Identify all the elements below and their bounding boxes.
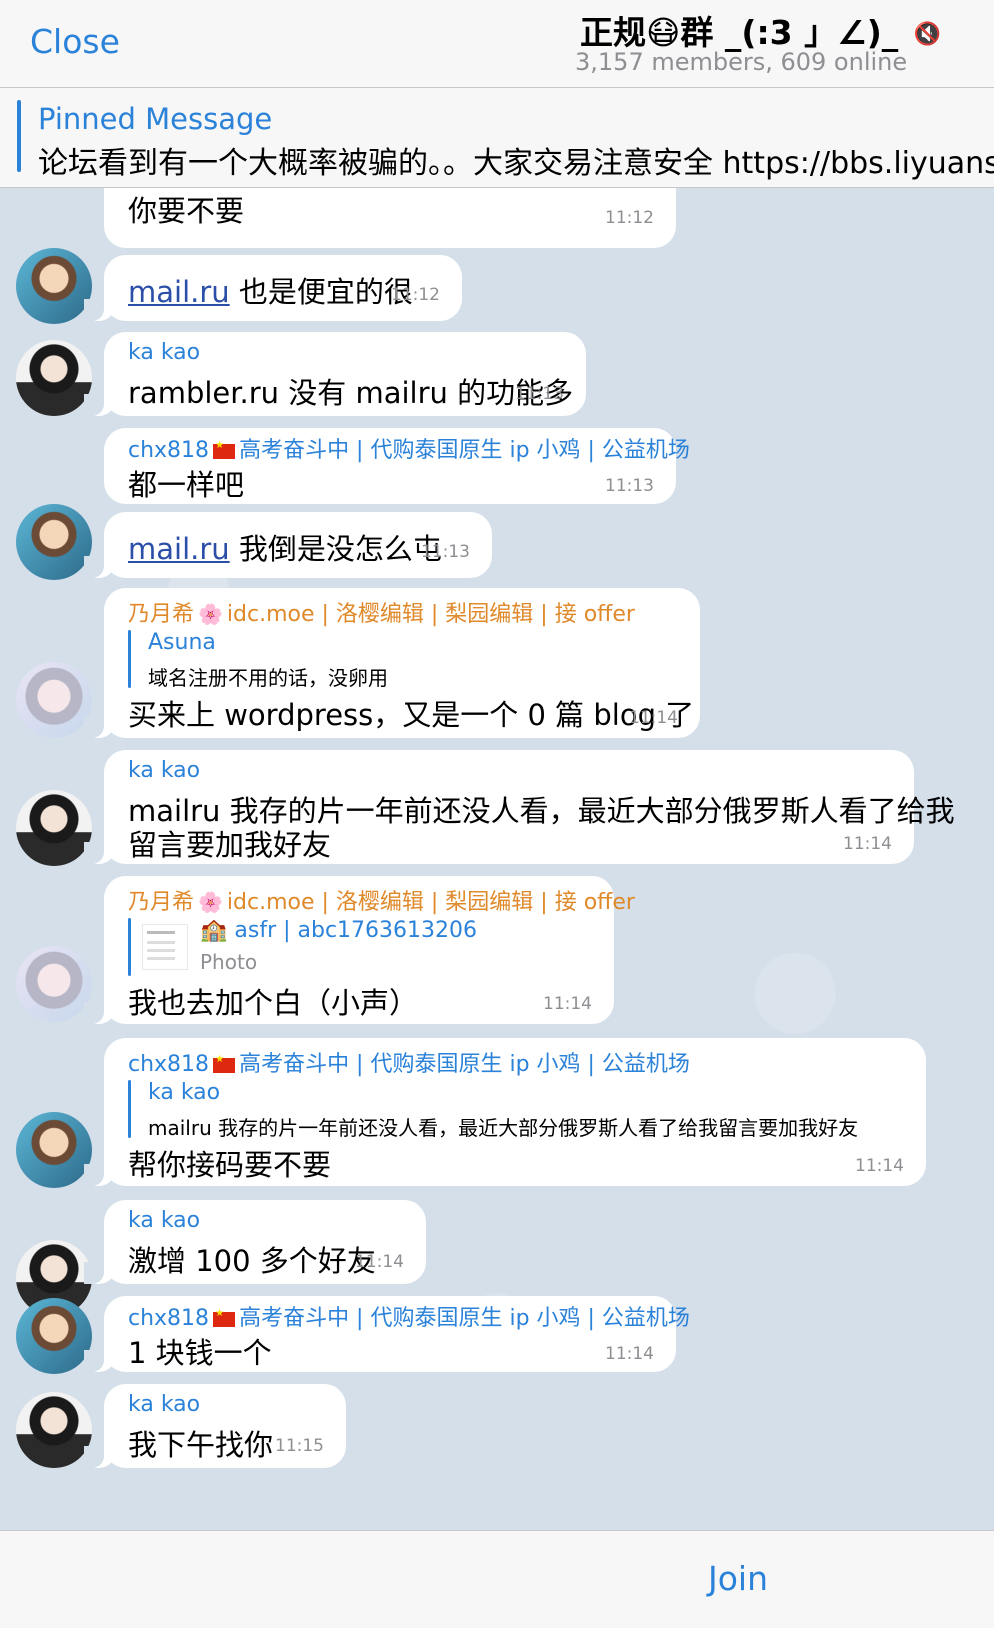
sender-name[interactable]: chx818 高考奋斗中 | 代购泰国原生 ip 小鸡 | 公益机场 <box>128 1046 690 1078</box>
link[interactable]: mail.ru <box>128 275 230 309</box>
photo-thumbnail <box>142 924 188 970</box>
message-bubble[interactable]: 乃月希 🌸 idc.moe | 洛樱编辑 | 梨园编辑 | 接 offer Asun… <box>84 588 700 738</box>
message-time: 11:13 <box>421 542 470 562</box>
sender-name[interactable]: ka kao <box>128 1392 200 1417</box>
avatar[interactable] <box>16 340 92 416</box>
reply-accent-bar <box>128 918 131 976</box>
message-bubble[interactable]: mail.ru 也是便宜的很 11:12 <box>84 255 462 321</box>
message-time: 11:14 <box>855 1156 904 1176</box>
china-flag-icon <box>213 440 236 459</box>
message-bubble[interactable]: ka kao rambler.ru 没有 mailru 的功能多 11:13 <box>84 332 586 416</box>
message-time: 11:14 <box>355 1252 404 1272</box>
avatar[interactable] <box>16 1112 92 1188</box>
muted-speaker-icon: 🔇 <box>913 22 942 47</box>
link[interactable]: mail.ru <box>128 532 230 566</box>
avatar[interactable] <box>16 662 92 738</box>
reply-text: 域名注册不用的话，没卵用 <box>148 666 388 690</box>
message-bubble[interactable]: 乃月希 🌸 idc.moe | 洛樱编辑 | 梨园编辑 | 接 offer 🏫 as… <box>84 876 635 1024</box>
message-bubble[interactable]: chx818 高考奋斗中 | 代购泰国原生 ip 小鸡 | 公益机场 都一样吧 1… <box>104 428 690 504</box>
avatar[interactable] <box>16 504 92 580</box>
message-text-body: 也是便宜的很 <box>229 275 413 309</box>
reply-sender: ka kao <box>148 1080 221 1105</box>
chat-title[interactable]: 正规😷群 _(:3 」∠)_ 🔇 <box>580 6 941 54</box>
sender-handle: chx818 <box>128 1306 210 1331</box>
message-text: 买来上 wordpress，又是一个 0 篇 blog 了 <box>128 698 695 732</box>
message-text: mail.ru 我倒是没怎么屯 <box>128 526 442 568</box>
chat-title-text: 正规😷群 _(:3 」∠)_ <box>580 13 899 52</box>
message-text: 激增 100 多个好友 <box>128 1244 376 1278</box>
join-button[interactable]: Join <box>708 1559 768 1598</box>
message-time: 11:13 <box>605 476 654 496</box>
reply-accent-bar <box>128 630 131 688</box>
message-bubble[interactable]: chx818 高考奋斗中 | 代购泰国原生 ip 小鸡 | 公益机场 1 块钱一个… <box>84 1296 690 1372</box>
message-bubble[interactable]: chx818 高考奋斗中 | 代购泰国原生 ip 小鸡 | 公益机场 ka kao… <box>84 1038 926 1186</box>
sender-handle: chx818 <box>128 438 210 463</box>
cherry-blossom-icon: 🌸 <box>198 890 223 914</box>
pinned-title: Pinned Message <box>38 102 273 136</box>
sender-name[interactable]: ka kao <box>128 1208 200 1233</box>
message-time: 11:12 <box>605 208 654 228</box>
message-text: 我也去加个白（小声） <box>128 986 419 1020</box>
message-text: 帮你接码要不要 <box>128 1148 332 1182</box>
sender-handle: 乃月希 <box>128 602 195 627</box>
sender-name[interactable]: ka kao <box>128 340 200 365</box>
sender-title: 高考奋斗中 | 代购泰国原生 ip 小鸡 | 公益机场 <box>239 438 690 463</box>
reply-preview[interactable]: Asuna 域名注册不用的话，没卵用 <box>128 630 668 690</box>
reply-accent-bar <box>128 1080 131 1138</box>
message-time: 11:14 <box>543 994 592 1014</box>
message-text-body: 我倒是没怎么屯 <box>229 532 442 566</box>
pinned-text: 论坛看到有一个大概率被骗的。。大家交易注意安全 https://bbs.liyu… <box>38 146 994 181</box>
message-time: 11:14 <box>605 1344 654 1364</box>
message-time: 11:14 <box>843 834 892 854</box>
sender-name[interactable]: chx818 高考奋斗中 | 代购泰国原生 ip 小鸡 | 公益机场 <box>128 1300 690 1332</box>
message-time: 11:14 <box>629 708 678 728</box>
message-text: 留言要加我好友 <box>128 828 332 862</box>
message-bubble[interactable]: ka kao 我下午找你 11:15 <box>84 1384 346 1468</box>
reply-preview[interactable]: 🏫 asfr | abc1763613206 Photo <box>128 918 588 978</box>
sender-handle: chx818 <box>128 1052 210 1077</box>
message-bubble[interactable]: mail.ru 我倒是没怎么屯 11:13 <box>84 512 492 578</box>
sender-title: idc.moe | 洛樱编辑 | 梨园编辑 | 接 offer <box>226 602 635 627</box>
message-text: 都一样吧 <box>128 468 245 502</box>
message-time: 11:15 <box>275 1436 324 1456</box>
pinned-message[interactable]: Pinned Message 论坛看到有一个大概率被骗的。。大家交易注意安全 h… <box>0 88 994 188</box>
avatar[interactable] <box>16 790 92 866</box>
sender-name[interactable]: ka kao <box>128 758 200 783</box>
message-bubble[interactable]: ka kao 激增 100 多个好友 11:14 <box>84 1200 426 1284</box>
cherry-blossom-icon: 🌸 <box>198 602 223 626</box>
reply-sender: 🏫 asfr | abc1763613206 <box>200 918 478 943</box>
message-bubble[interactable]: chx818高考奋斗中 | 代购泰国原生 ip 小鸡 | 公益机场 你要不要 1… <box>104 188 676 248</box>
message-text: 我下午找你 <box>128 1428 274 1462</box>
sender-name[interactable]: chx818 高考奋斗中 | 代购泰国原生 ip 小鸡 | 公益机场 <box>128 432 690 464</box>
message-time: 11:13 <box>515 384 564 404</box>
sender-title: idc.moe | 洛樱编辑 | 梨园编辑 | 接 offer <box>226 890 635 915</box>
sender-name[interactable]: 乃月希 🌸 idc.moe | 洛樱编辑 | 梨园编辑 | 接 offer <box>128 884 635 916</box>
bottom-bar: Join <box>0 1530 994 1628</box>
message-time: 11:12 <box>391 285 440 305</box>
avatar[interactable] <box>16 946 92 1022</box>
message-text: 你要不要 <box>128 194 245 228</box>
avatar[interactable] <box>16 1392 92 1468</box>
message-text: mail.ru 也是便宜的很 <box>128 269 413 311</box>
sender-title: 高考奋斗中 | 代购泰国原生 ip 小鸡 | 公益机场 <box>239 1052 690 1077</box>
china-flag-icon <box>213 1054 236 1073</box>
navigation-bar: Close 正规😷群 _(:3 」∠)_ 🔇 3,157 members, 60… <box>0 0 994 88</box>
china-flag-icon <box>213 1308 236 1327</box>
reply-preview[interactable]: ka kao mailru 我存的片一年前还没人看，最近大部分俄罗斯人看了给我留… <box>128 1080 908 1140</box>
chat-history[interactable]: chx818 高考奋斗中 | 代购泰国原生 ip 小鸡 | 公益机场 你要不要 1… <box>0 188 994 1530</box>
reply-text: mailru 我存的片一年前还没人看，最近大部分俄罗斯人看了给我留言要加我好友 <box>148 1116 859 1140</box>
message-text: 1 块钱一个 <box>128 1336 272 1370</box>
pinned-accent-bar <box>17 100 21 172</box>
message-text: rambler.ru 没有 mailru 的功能多 <box>128 376 574 410</box>
reply-text: Photo <box>200 950 258 974</box>
reply-sender: Asuna <box>148 630 216 655</box>
sender-name[interactable]: 乃月希 🌸 idc.moe | 洛樱编辑 | 梨园编辑 | 接 offer <box>128 596 635 628</box>
sender-handle: 乃月希 <box>128 890 195 915</box>
message-bubble[interactable]: ka kao mailru 我存的片一年前还没人看，最近大部分俄罗斯人看了给我 … <box>84 750 955 864</box>
avatar[interactable] <box>16 248 92 324</box>
member-count: 3,157 members, 609 online <box>575 48 908 76</box>
close-button[interactable]: Close <box>30 22 120 61</box>
avatar[interactable] <box>16 1298 92 1374</box>
sender-title: 高考奋斗中 | 代购泰国原生 ip 小鸡 | 公益机场 <box>239 1306 690 1331</box>
